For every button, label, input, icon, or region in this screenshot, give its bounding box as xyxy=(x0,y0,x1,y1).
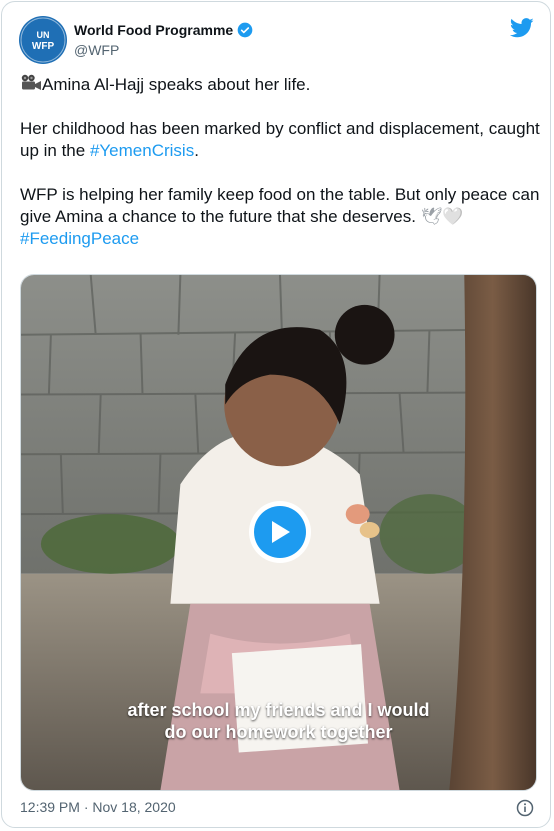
svg-text:WFP: WFP xyxy=(32,41,55,52)
verified-badge-icon xyxy=(237,22,253,38)
info-icon[interactable] xyxy=(516,799,534,817)
tweet-line-1: Amina Al-Hajj speaks about her life. xyxy=(42,75,311,94)
movie-camera-icon xyxy=(21,74,41,90)
svg-text:UN: UN xyxy=(37,30,50,40)
tweet-card: UN WFP World Food Programme @WFP Amina A… xyxy=(1,1,551,828)
tweet-text-2-end: . xyxy=(194,141,199,160)
caption-line-1: after school my friends and I would xyxy=(127,700,430,720)
account-handle[interactable]: @WFP xyxy=(74,42,119,58)
tweet-text: Amina Al-Hajj speaks about her life. Her… xyxy=(20,74,540,250)
account-name[interactable]: World Food Programme xyxy=(74,22,253,38)
caption-line-2: do our homework together xyxy=(164,722,393,742)
video-caption: after school my friends and I would do o… xyxy=(21,699,536,743)
tweet-paragraph-3: WFP is helping her family keep food on t… xyxy=(20,184,540,250)
play-button-circle xyxy=(254,506,306,558)
dove-heart-emoji: 🕊🤍 xyxy=(420,207,464,227)
play-icon xyxy=(272,521,290,543)
tweet-paragraph-1: Amina Al-Hajj speaks about her life. xyxy=(20,74,540,96)
twitter-bird-icon[interactable] xyxy=(510,18,534,38)
avatar[interactable]: UN WFP xyxy=(19,16,67,64)
wfp-logo-icon: UN WFP xyxy=(20,17,66,63)
hashtag-yemencrisis[interactable]: #YemenCrisis xyxy=(90,141,194,160)
play-button[interactable] xyxy=(249,501,311,563)
tweet-timestamp[interactable]: 12:39 PM · Nov 18, 2020 xyxy=(20,799,176,815)
tweet-paragraph-2: Her childhood has been marked by conflic… xyxy=(20,118,540,162)
account-name-label: World Food Programme xyxy=(74,22,234,38)
hashtag-feedingpeace[interactable]: #FeedingPeace xyxy=(20,229,139,248)
video-player[interactable]: after school my friends and I would do o… xyxy=(20,274,537,791)
